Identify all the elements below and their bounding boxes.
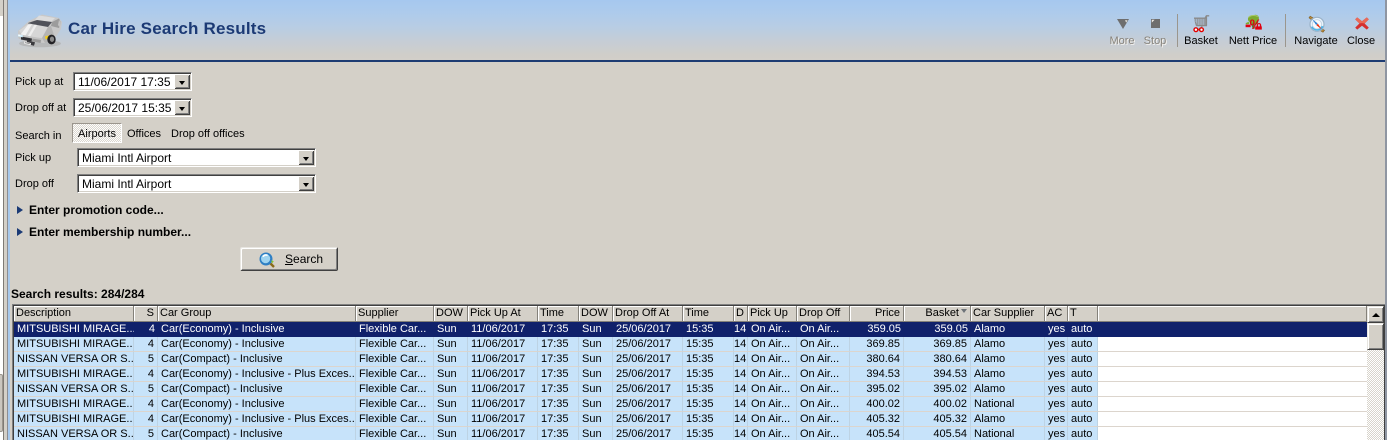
svg-text:%: % [1250, 17, 1262, 32]
